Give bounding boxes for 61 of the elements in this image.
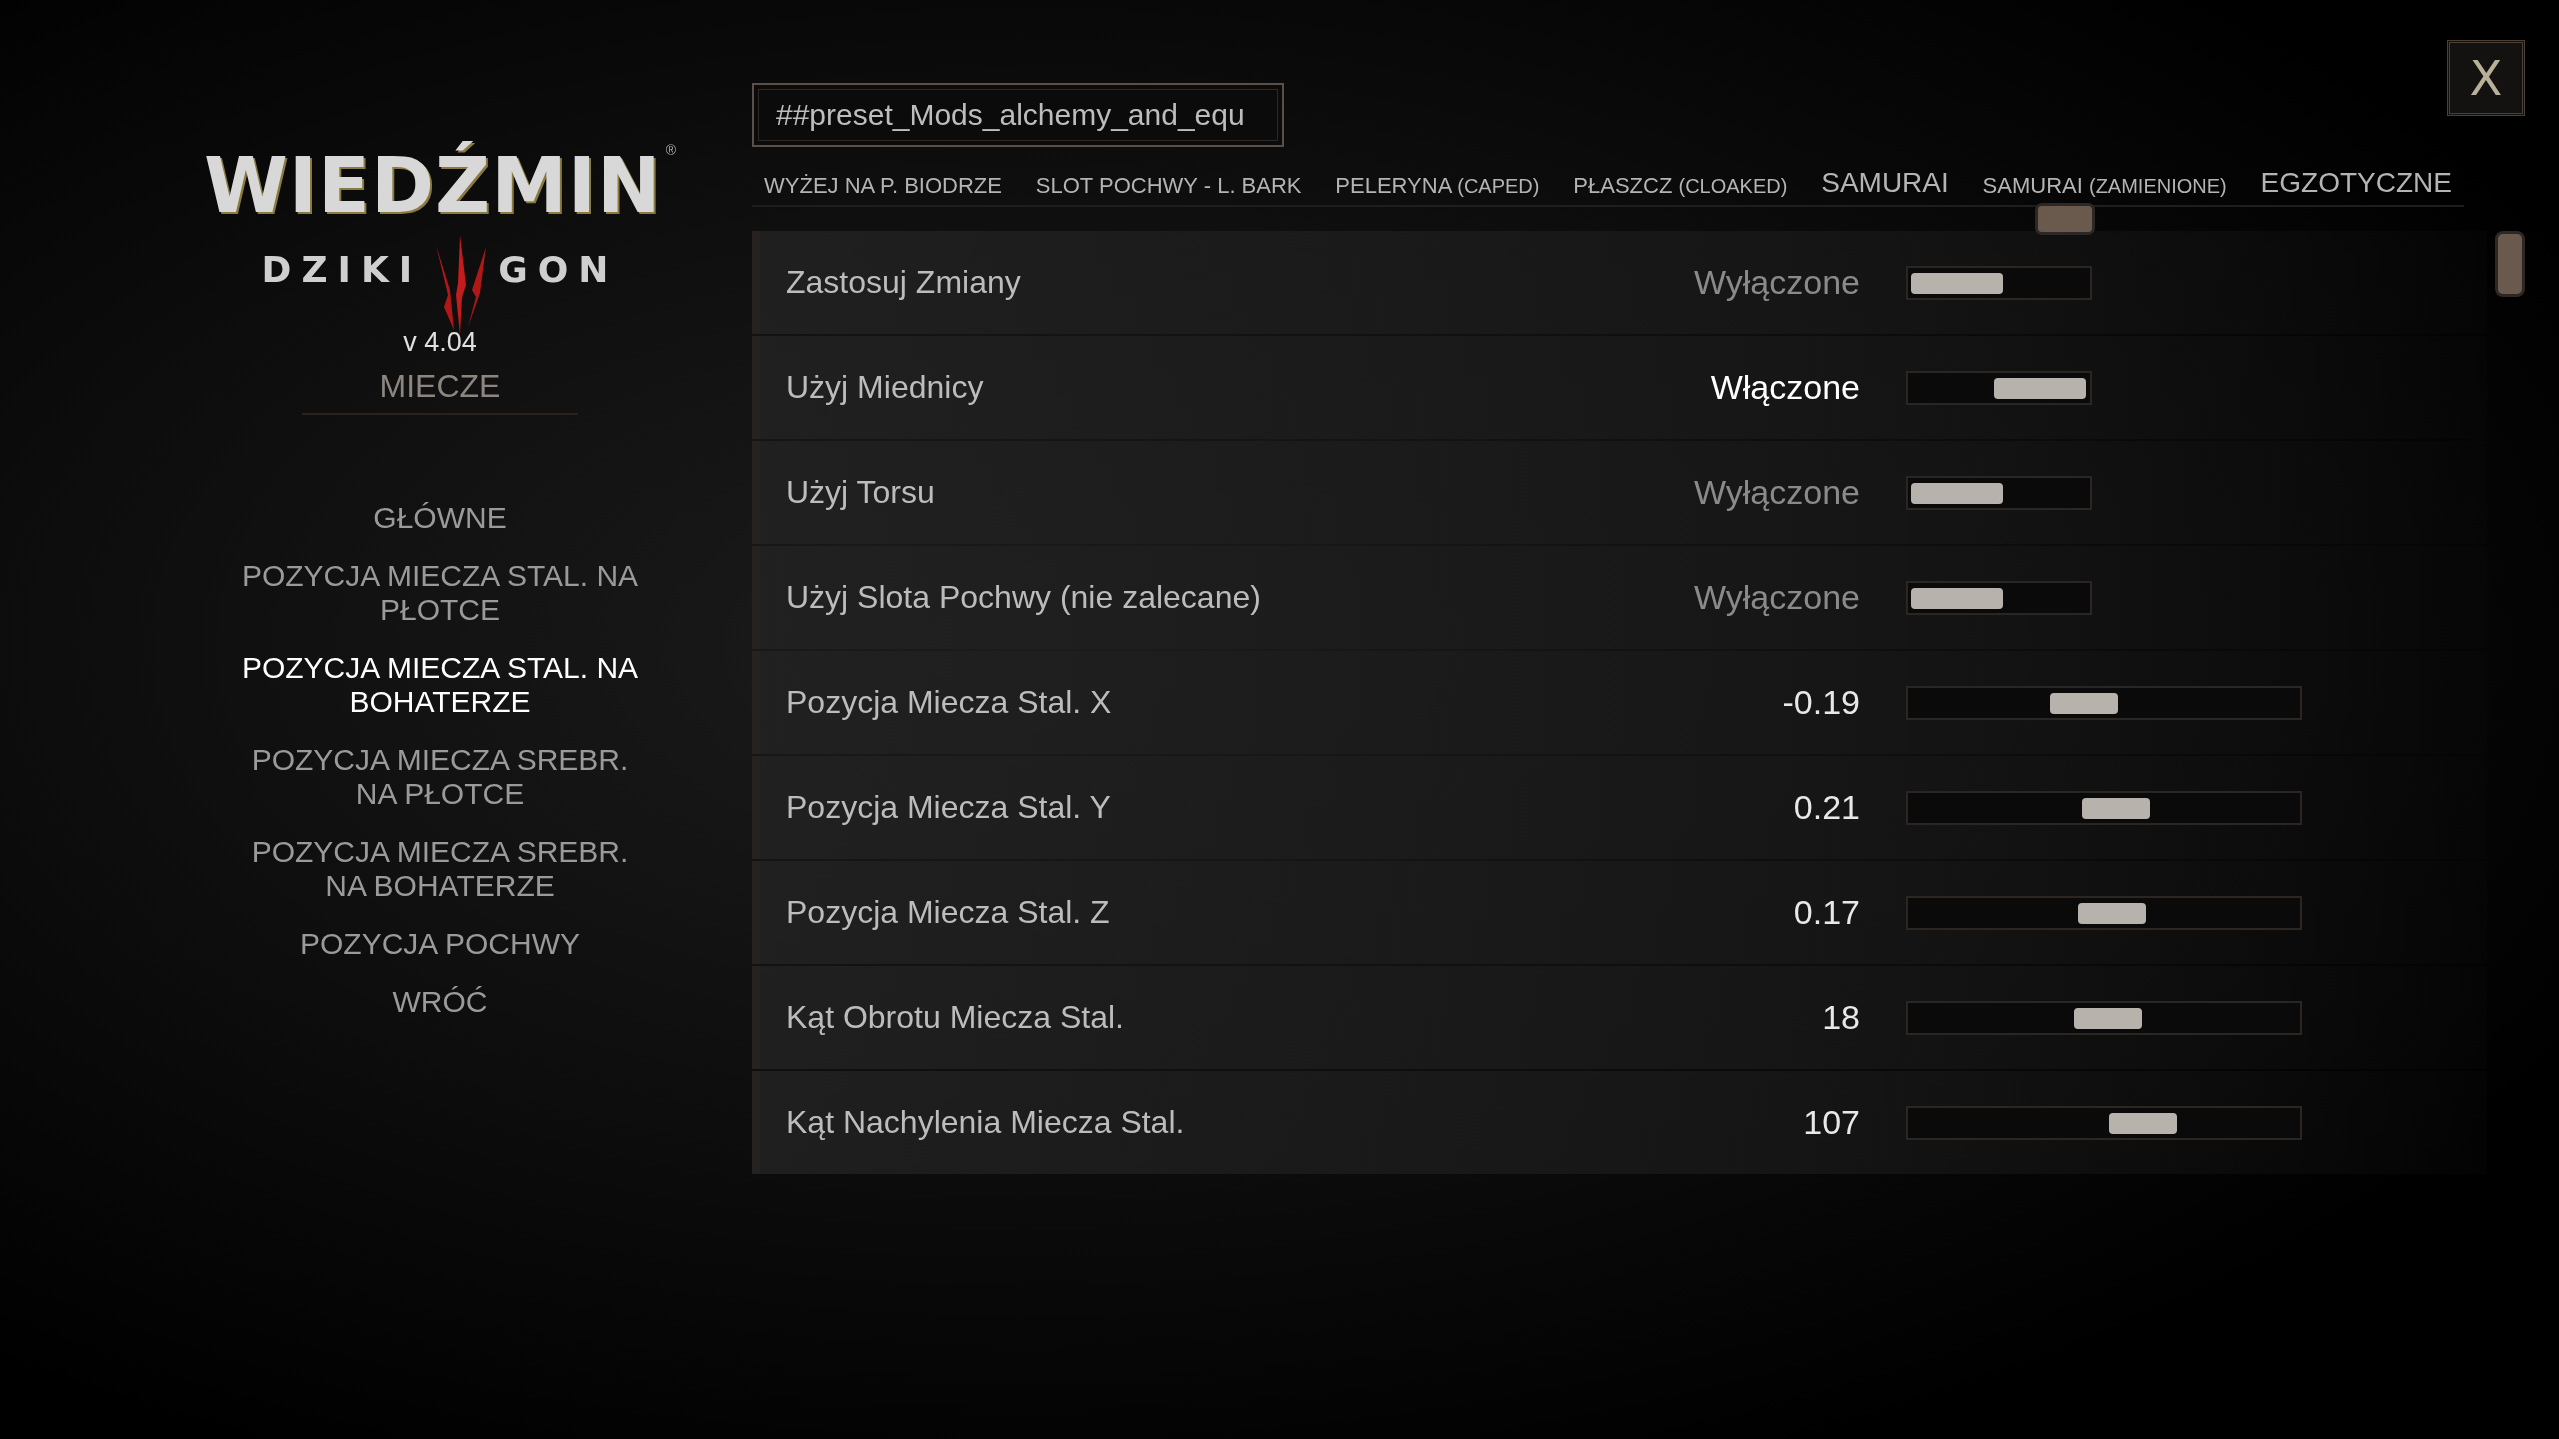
menu-item[interactable]: POZYCJA MIECZA SREBR. NA BOHATERZE bbox=[240, 835, 640, 904]
setting-label: Użyj Slota Pochwy (nie zalecane) bbox=[785, 579, 1262, 616]
setting-value: Wyłączone bbox=[1693, 263, 1860, 302]
toggle-switch[interactable] bbox=[1906, 370, 2092, 405]
tab[interactable]: SLOT POCHWY - L. BARK bbox=[1035, 173, 1302, 199]
slider-track[interactable] bbox=[1906, 1000, 2302, 1035]
menu-item[interactable]: WRÓĆ bbox=[240, 985, 640, 1020]
setting-value: Włączone bbox=[1709, 368, 1860, 407]
toggle-thumb[interactable] bbox=[1911, 482, 2003, 504]
slider-track[interactable] bbox=[1906, 1105, 2302, 1140]
close-button[interactable]: X bbox=[2447, 40, 2525, 116]
toggle-switch[interactable] bbox=[1906, 475, 2092, 510]
menu-item[interactable]: POZYCJA POCHWY bbox=[240, 927, 640, 962]
slider-thumb[interactable] bbox=[2081, 797, 2150, 819]
setting-value: Wyłączone bbox=[1693, 578, 1860, 617]
slider-thumb[interactable] bbox=[2073, 1007, 2142, 1029]
slider-track[interactable] bbox=[1906, 895, 2302, 930]
scroll-thumb[interactable] bbox=[2035, 203, 2095, 235]
scroll-thumb[interactable] bbox=[2495, 231, 2525, 297]
toggle-thumb[interactable] bbox=[1911, 272, 2003, 294]
setting-label: Kąt Obrotu Miecza Stal. bbox=[785, 999, 1125, 1036]
toggle-thumb[interactable] bbox=[1911, 587, 2003, 609]
tab[interactable]: SAMURAI (ZAMIENIONE) bbox=[1982, 173, 2227, 199]
setting-value: 0.17 bbox=[1792, 893, 1860, 932]
logo-title: WIEDŹMIN bbox=[203, 140, 663, 232]
setting-value: 107 bbox=[1802, 1103, 1860, 1142]
setting-label: Pozycja Miecza Stal. Y bbox=[785, 789, 1112, 826]
tab[interactable]: WYŻEJ NA P. BIODRZE bbox=[764, 173, 1002, 199]
slider-track[interactable] bbox=[1906, 685, 2302, 720]
setting-label: Użyj Torsu bbox=[785, 474, 936, 511]
menu-item[interactable]: POZYCJA MIECZA STAL. NA BOHATERZE bbox=[240, 651, 640, 720]
logo-subtitle: GON bbox=[498, 249, 619, 291]
toggle-switch[interactable] bbox=[1906, 580, 2092, 615]
slider-thumb[interactable] bbox=[2050, 692, 2119, 714]
toggle-switch[interactable] bbox=[1906, 265, 2092, 300]
setting-value: 0.21 bbox=[1792, 788, 1860, 827]
menu-item[interactable]: POZYCJA MIECZA SREBR. NA PŁOTCE bbox=[240, 743, 640, 812]
tab[interactable]: EGZOTYCZNE bbox=[2260, 167, 2452, 199]
toggle-thumb[interactable] bbox=[1994, 377, 2086, 399]
setting-label: Pozycja Miecza Stal. X bbox=[785, 684, 1113, 721]
slider-thumb[interactable] bbox=[2077, 902, 2146, 924]
tab[interactable]: PELERYNA (CAPED) bbox=[1335, 173, 1540, 199]
section-title: MIECZE bbox=[301, 368, 579, 416]
setting-label: Kąt Nachylenia Miecza Stal. bbox=[785, 1104, 1186, 1141]
preset-field[interactable]: ##preset_Mods_alchemy_and_equ bbox=[752, 83, 1284, 147]
setting-label: Zastosuj Zmiany bbox=[785, 264, 1022, 301]
setting-value: -0.19 bbox=[1781, 683, 1860, 722]
menu-item[interactable]: POZYCJA MIECZA STAL. NA PŁOTCE bbox=[240, 559, 640, 628]
slider-thumb[interactable] bbox=[2109, 1112, 2178, 1134]
setting-value: 18 bbox=[1821, 998, 1860, 1037]
registered-mark: ® bbox=[665, 142, 677, 158]
slider-track[interactable] bbox=[1906, 790, 2302, 825]
logo-subtitle: DZIKI bbox=[261, 249, 423, 291]
setting-row[interactable]: Kąt Nachylenia Miecza Stal. 107 bbox=[752, 1071, 2487, 1174]
menu-item[interactable]: GŁÓWNE bbox=[240, 501, 640, 536]
setting-label: Pozycja Miecza Stal. Z bbox=[785, 894, 1111, 931]
tab[interactable]: SAMURAI bbox=[1821, 167, 1949, 199]
setting-label: Użyj Miednicy bbox=[785, 369, 985, 406]
setting-value: Wyłączone bbox=[1693, 473, 1860, 512]
tab[interactable]: PŁASZCZ (CLOAKED) bbox=[1573, 173, 1788, 199]
version-text: v 4.04 bbox=[403, 327, 477, 359]
